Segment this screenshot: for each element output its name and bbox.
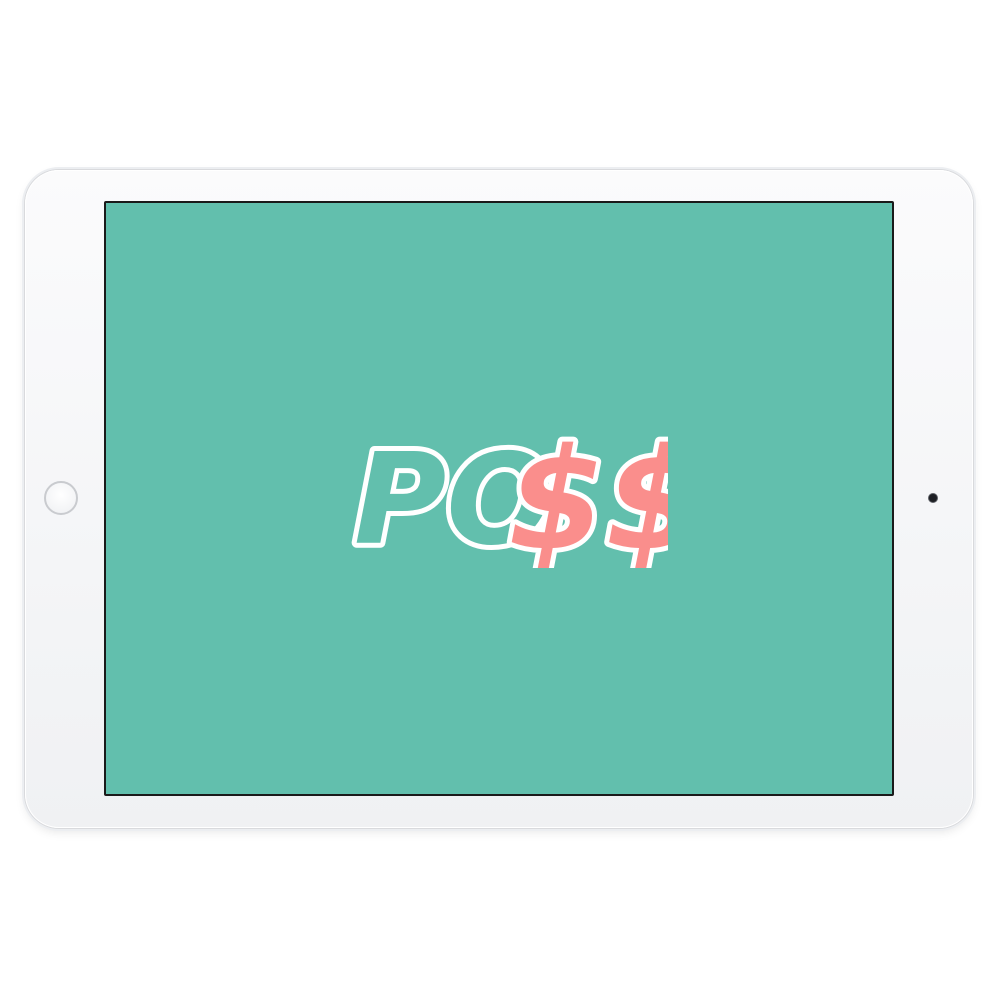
home-button[interactable] <box>44 481 78 515</box>
logo-graphic: PO PO $$ $$ <box>349 428 668 568</box>
logo-dollar-text: $$ <box>508 428 668 568</box>
app-screen[interactable]: PO$$ PO PO $$ $$ <box>106 203 892 794</box>
tablet-device: PO$$ PO PO $$ $$ <box>25 170 973 828</box>
stage: PO$$ PO PO $$ $$ <box>0 0 1000 1000</box>
screen-bezel: PO$$ PO PO $$ $$ <box>104 201 894 796</box>
camera-icon <box>929 494 937 502</box>
app-logo: PO$$ PO PO $$ $$ <box>348 428 668 568</box>
